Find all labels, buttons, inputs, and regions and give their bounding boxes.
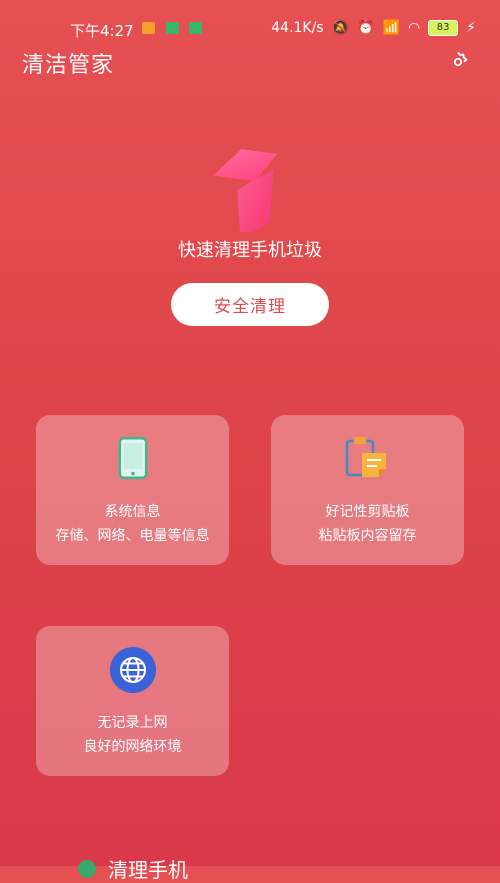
system-info-card[interactable]: 系统信息 存储、网络、电量等信息 <box>36 415 229 565</box>
mute-icon: 🔕 <box>331 20 350 36</box>
globe-icon <box>36 646 229 693</box>
app-notification-icon <box>166 22 179 34</box>
alarm-icon: ⏰ <box>357 20 375 36</box>
card-title: 无记录上网 <box>97 715 168 731</box>
card-subtitle: 粘贴板内容留存 <box>318 528 417 544</box>
battery-icon: 83 <box>428 20 459 36</box>
bottom-clean-phone-item[interactable]: 清理手机 <box>78 854 188 883</box>
signal-icon: 📶 <box>382 20 400 36</box>
clipboard-card[interactable]: 好记性剪贴板 粘贴板内容留存 <box>271 415 464 565</box>
status-bar: 下午4:27 44.1K/s 🔕 ⏰ 📶 ◠ 83 ⚡ <box>0 0 500 44</box>
card-subtitle: 存储、网络、电量等信息 <box>55 528 210 544</box>
settings-gear-icon[interactable] <box>446 50 470 74</box>
card-subtitle: 良好的网络环境 <box>83 739 182 755</box>
charging-icon: ⚡ <box>466 20 476 36</box>
wifi-icon: ◠ <box>407 20 421 36</box>
card-title: 系统信息 <box>104 504 161 520</box>
bottom-item-label: 清理手机 <box>108 858 188 882</box>
status-time: 下午4:27 <box>70 22 134 40</box>
private-browsing-card[interactable]: 无记录上网 良好的网络环境 <box>36 626 229 776</box>
status-right: 44.1K/s 🔕 ⏰ 📶 ◠ 83 ⚡ <box>271 20 476 36</box>
card-title: 好记性剪贴板 <box>325 504 410 520</box>
hero-title: 快速清理手机垃圾 <box>178 240 322 261</box>
app-title: 清洁管家 <box>22 53 115 78</box>
phone-icon <box>36 435 229 481</box>
clean-phone-icon <box>78 859 96 878</box>
clipboard-icon <box>271 435 464 481</box>
network-speed: 44.1K/s <box>271 20 324 36</box>
safe-clean-button[interactable]: 安全清理 <box>171 283 329 326</box>
app-notification-icon <box>189 22 202 34</box>
mail-notification-icon <box>142 22 155 34</box>
lightning-logo-icon <box>207 142 297 240</box>
